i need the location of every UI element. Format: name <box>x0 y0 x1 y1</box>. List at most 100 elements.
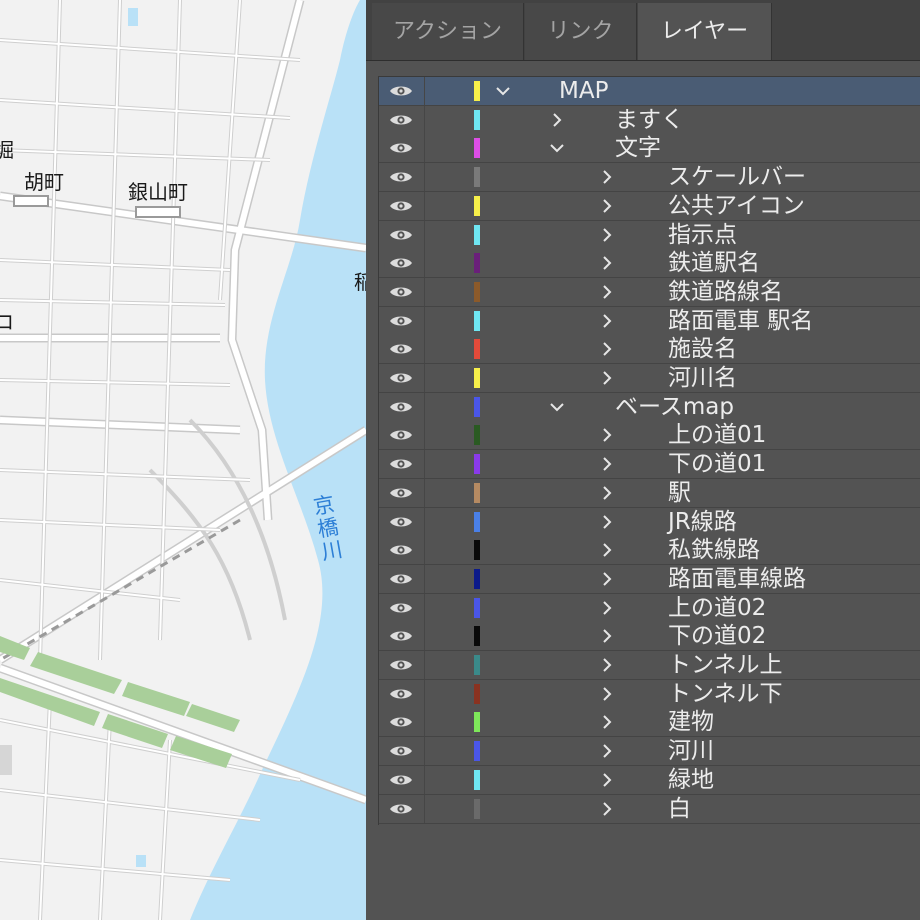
tab-layers[interactable]: レイヤー <box>638 3 772 60</box>
tab-actions[interactable]: アクション <box>372 3 524 60</box>
eye-icon[interactable] <box>389 629 413 643</box>
eye-icon[interactable] <box>389 84 413 98</box>
eye-icon[interactable] <box>389 170 413 184</box>
layer-row[interactable]: トンネル上 <box>379 651 920 680</box>
chevron-right-icon[interactable] <box>549 112 565 128</box>
eye-icon[interactable] <box>389 457 413 471</box>
chevron-right-icon[interactable] <box>599 628 615 644</box>
eye-icon[interactable] <box>389 601 413 615</box>
layer-name[interactable]: JR線路 <box>668 508 737 536</box>
chevron-right-icon[interactable] <box>599 341 615 357</box>
chevron-right-icon[interactable] <box>599 743 615 759</box>
chevron-right-icon[interactable] <box>599 657 615 673</box>
layer-name[interactable]: 路面電車線路 <box>668 565 806 593</box>
layer-name[interactable]: 下の道01 <box>668 450 766 478</box>
eye-icon[interactable] <box>389 285 413 299</box>
layer-row[interactable]: MAP <box>379 77 920 106</box>
eye-icon[interactable] <box>389 773 413 787</box>
map-canvas[interactable]: 堀 胡町 銀山町 ロ 稲 京橋川 <box>0 0 366 920</box>
layer-row[interactable]: 公共アイコン <box>379 191 920 221</box>
eye-icon[interactable] <box>389 371 413 385</box>
eye-icon[interactable] <box>389 572 413 586</box>
layer-row[interactable]: 下の道01 <box>379 450 920 480</box>
layer-name[interactable]: ベースmap <box>615 393 734 421</box>
eye-icon[interactable] <box>389 113 413 127</box>
layer-name[interactable]: 上の道02 <box>668 594 766 622</box>
layer-row[interactable]: 緑地 <box>379 765 920 795</box>
eye-icon[interactable] <box>389 802 413 816</box>
chevron-right-icon[interactable] <box>599 514 615 530</box>
eye-icon[interactable] <box>389 314 413 328</box>
layer-name[interactable]: トンネル下 <box>668 680 783 708</box>
layer-name[interactable]: 鉄道路線名 <box>668 278 783 306</box>
chevron-right-icon[interactable] <box>599 600 615 616</box>
layer-row[interactable]: 駅 <box>379 478 920 508</box>
chevron-right-icon[interactable] <box>599 169 615 185</box>
layer-name[interactable]: 路面電車 駅名 <box>668 307 813 335</box>
chevron-right-icon[interactable] <box>599 542 615 558</box>
layer-row[interactable]: 鉄道路線名 <box>379 277 920 307</box>
layer-name[interactable]: 文字 <box>615 134 661 162</box>
chevron-right-icon[interactable] <box>599 198 615 214</box>
layer-name[interactable]: 下の道02 <box>668 622 766 650</box>
layer-row[interactable]: 鉄道駅名 <box>379 249 920 279</box>
tab-links[interactable]: リンク <box>525 3 637 60</box>
chevron-right-icon[interactable] <box>599 714 615 730</box>
layer-row[interactable]: トンネル下 <box>379 679 920 709</box>
eye-icon[interactable] <box>389 199 413 213</box>
layer-name[interactable]: トンネル上 <box>668 651 783 679</box>
layer-name[interactable]: 駅 <box>668 479 691 507</box>
layer-row[interactable]: 上の道01 <box>379 421 920 451</box>
chevron-right-icon[interactable] <box>599 485 615 501</box>
chevron-right-icon[interactable] <box>599 255 615 271</box>
layer-name[interactable]: 公共アイコン <box>668 192 805 220</box>
eye-icon[interactable] <box>389 400 413 414</box>
layer-name[interactable]: 河川名 <box>668 364 737 392</box>
eye-icon[interactable] <box>389 256 413 270</box>
eye-icon[interactable] <box>389 715 413 729</box>
layer-row[interactable]: 白 <box>379 794 920 824</box>
chevron-right-icon[interactable] <box>599 571 615 587</box>
eye-icon[interactable] <box>389 515 413 529</box>
layer-row[interactable]: 河川名 <box>379 364 920 393</box>
chevron-right-icon[interactable] <box>599 456 615 472</box>
eye-icon[interactable] <box>389 744 413 758</box>
eye-icon[interactable] <box>389 543 413 557</box>
layer-name[interactable]: ますく <box>615 106 684 134</box>
layer-row[interactable]: 指示点 <box>379 220 920 250</box>
layer-row[interactable]: 下の道02 <box>379 622 920 652</box>
eye-icon[interactable] <box>389 428 413 442</box>
layer-row[interactable]: 文字 <box>379 134 920 164</box>
layer-row[interactable]: 建物 <box>379 708 920 738</box>
eye-icon[interactable] <box>389 342 413 356</box>
layer-name[interactable]: MAP <box>559 77 608 105</box>
layer-row[interactable]: 施設名 <box>379 335 920 365</box>
chevron-right-icon[interactable] <box>599 427 615 443</box>
eye-icon[interactable] <box>389 658 413 672</box>
layer-name[interactable]: 鉄道駅名 <box>668 249 760 277</box>
layer-row[interactable]: ベースmap <box>379 392 920 422</box>
chevron-right-icon[interactable] <box>599 370 615 386</box>
chevron-down-icon[interactable] <box>549 140 565 156</box>
layer-row[interactable]: ますく <box>379 105 920 135</box>
chevron-right-icon[interactable] <box>599 313 615 329</box>
layer-name[interactable]: 建物 <box>668 708 714 736</box>
layer-row[interactable]: 私鉄線路 <box>379 536 920 566</box>
layer-name[interactable]: 指示点 <box>668 221 737 249</box>
chevron-right-icon[interactable] <box>599 284 615 300</box>
chevron-right-icon[interactable] <box>599 686 615 702</box>
layer-row[interactable]: 河川 <box>379 737 920 767</box>
layer-name[interactable]: 私鉄線路 <box>668 536 760 564</box>
chevron-down-icon[interactable] <box>549 399 565 415</box>
eye-icon[interactable] <box>389 687 413 701</box>
layer-row[interactable]: JR線路 <box>379 507 920 537</box>
eye-icon[interactable] <box>389 486 413 500</box>
layer-row[interactable]: 上の道02 <box>379 593 920 623</box>
layer-name[interactable]: 施設名 <box>668 335 737 363</box>
chevron-right-icon[interactable] <box>599 801 615 817</box>
layer-name[interactable]: 河川 <box>668 737 714 765</box>
chevron-down-icon[interactable] <box>495 83 511 99</box>
layer-name[interactable]: 上の道01 <box>668 421 766 449</box>
layer-row[interactable]: スケールバー <box>379 163 920 193</box>
eye-icon[interactable] <box>389 228 413 242</box>
